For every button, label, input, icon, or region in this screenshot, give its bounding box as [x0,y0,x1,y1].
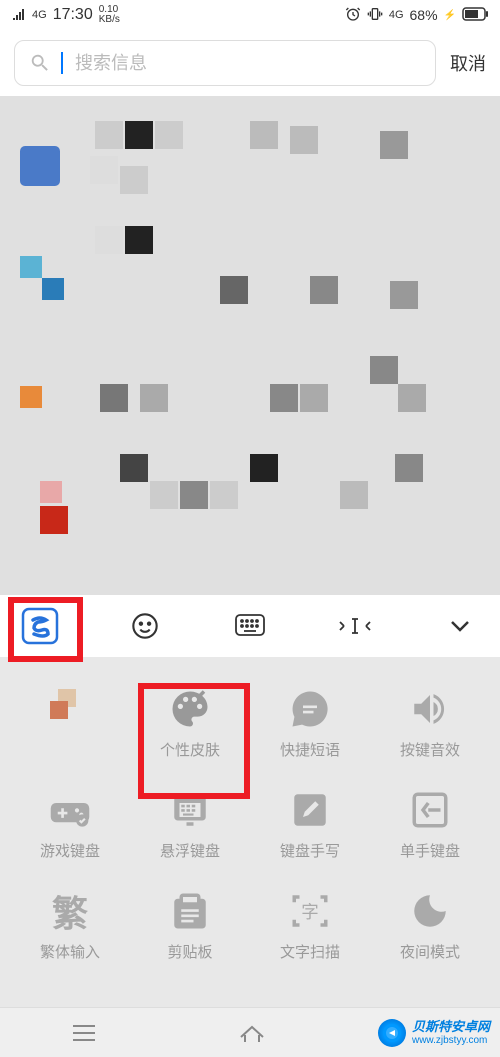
carrier-text: 4G [32,9,47,21]
emoji-button[interactable] [120,601,170,651]
net-speed: 0.10 KB/s [99,5,120,25]
option-sound[interactable]: 按键音效 [375,687,485,760]
gamepad-icon [48,788,92,832]
message-icon [288,687,332,731]
option-label: 游戏键盘 [40,840,100,861]
option-night-mode[interactable]: 夜间模式 [375,889,485,962]
option-label: 繁体输入 [40,941,100,962]
status-left: 4G 17:30 0.10 KB/s [12,5,120,25]
option-label: 夜间模式 [400,941,460,962]
option-text-scan[interactable]: 字 文字扫描 [255,889,365,962]
option-game-keyboard[interactable]: 游戏键盘 [15,788,125,861]
option-input-method[interactable] [15,687,125,760]
battery-text: 68% [410,7,438,23]
data-indicator: 4G [389,9,404,21]
option-label: 单手键盘 [400,840,460,861]
alarm-icon [345,6,361,25]
option-label: 剪贴板 [167,941,212,962]
svg-text:字: 字 [301,902,319,922]
onehand-icon [408,788,452,832]
cursor-move-button[interactable] [330,601,380,651]
status-bar: 4G 17:30 0.10 KB/s 4G 68% ⚡ [0,0,500,30]
search-area: 取消 [0,30,500,96]
cancel-button[interactable]: 取消 [450,50,486,76]
watermark-logo-icon [378,1019,406,1047]
moon-icon [408,889,452,933]
nav-menu-button[interactable] [70,1022,98,1044]
option-onehand[interactable]: 单手键盘 [375,788,485,861]
option-label: 键盘手写 [280,840,340,861]
clipboard-icon [168,889,212,933]
collapse-button[interactable] [435,601,485,651]
highlight-sogou-logo [8,597,83,662]
text-cursor [61,52,63,74]
search-icon [29,52,51,74]
status-right: 4G 68% ⚡ [345,6,488,25]
option-phrases[interactable]: 快捷短语 [255,687,365,760]
pencil-icon [288,788,332,832]
speaker-icon [408,687,452,731]
battery-icon [462,7,488,24]
option-label: 悬浮键盘 [160,840,220,861]
search-input[interactable] [75,53,421,74]
option-clipboard[interactable]: 剪贴板 [135,889,245,962]
option-label: 文字扫描 [280,941,340,962]
option-traditional[interactable]: 繁 繁体输入 [15,889,125,962]
charging-icon: ⚡ [444,10,456,21]
traditional-icon: 繁 [48,889,92,933]
highlight-theme-option [138,683,250,799]
watermark-url: www.zjbstyy.com [412,1035,490,1046]
vibrate-icon [367,6,383,25]
watermark: 贝斯特安卓网 www.zjbstyy.com [378,1019,490,1047]
search-box[interactable] [14,40,436,86]
keyboard-switch-button[interactable] [225,601,275,651]
nav-home-button[interactable] [237,1021,267,1045]
option-label: 按键音效 [400,739,460,760]
signal-indicator [12,7,26,23]
option-handwriting[interactable]: 键盘手写 [255,788,365,861]
option-label: 快捷短语 [280,739,340,760]
keyboard-options-panel: 个性皮肤 快捷短语 按键音效 游戏键盘 悬浮键盘 [0,657,500,1007]
time-text: 17:30 [53,6,93,24]
scan-icon: 字 [288,889,332,933]
message-list [0,96,500,596]
watermark-title: 贝斯特安卓网 [412,1020,490,1034]
